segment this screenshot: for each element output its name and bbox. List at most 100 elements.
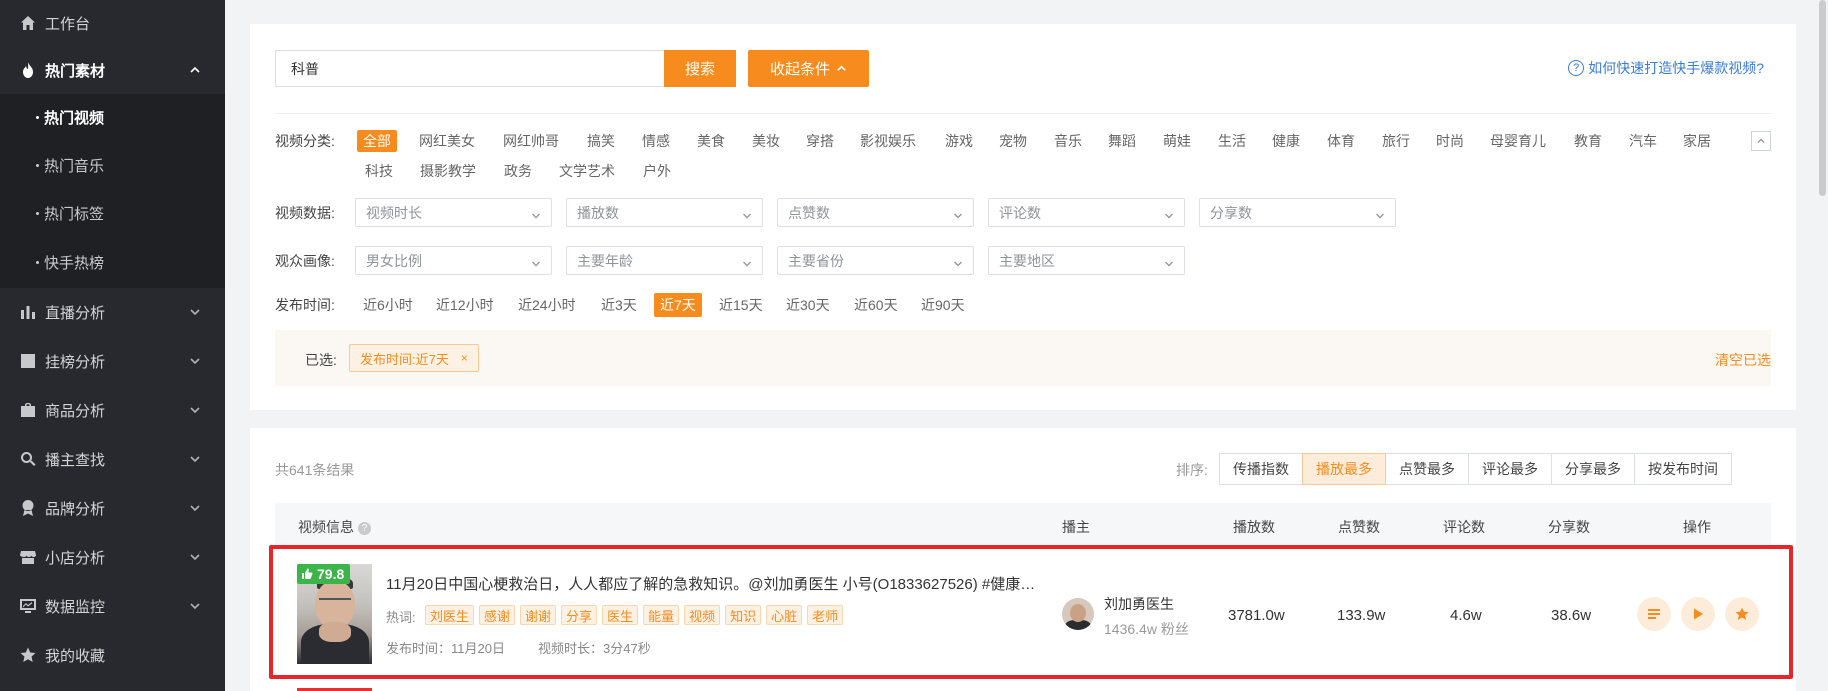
scrollbar-thumb[interactable] bbox=[1819, 0, 1826, 196]
category-option[interactable]: 旅行 bbox=[1382, 131, 1410, 151]
sort-button[interactable]: 按发布时间 bbox=[1634, 453, 1732, 485]
category-option[interactable]: 汽车 bbox=[1629, 131, 1657, 151]
time-option[interactable]: 近7天 bbox=[654, 293, 702, 317]
category-option[interactable]: 家居 bbox=[1683, 131, 1711, 151]
category-option[interactable]: 生活 bbox=[1218, 131, 1246, 151]
duration-select[interactable]: 视频时长 bbox=[355, 198, 552, 227]
sidebar-subitem-label: 快手热榜 bbox=[44, 254, 105, 272]
sidebar-item-hot-materials[interactable]: 热门素材 bbox=[0, 47, 225, 93]
sidebar-subitem-hot-tags[interactable]: 热门标签 bbox=[0, 190, 225, 236]
category-option[interactable]: 文学艺术 bbox=[559, 161, 615, 181]
category-option[interactable]: 户外 bbox=[643, 161, 671, 181]
time-option[interactable]: 近60天 bbox=[854, 295, 898, 315]
sort-button[interactable]: 评论最多 bbox=[1468, 453, 1552, 485]
hot-word-tag[interactable]: 医生 bbox=[602, 605, 639, 625]
time-option[interactable]: 近24小时 bbox=[518, 295, 576, 315]
sort-button[interactable]: 播放最多 bbox=[1302, 453, 1386, 485]
category-option[interactable]: 摄影教学 bbox=[420, 161, 476, 181]
help-link[interactable]: ? 如何快速打造快手爆款视频? bbox=[1568, 58, 1764, 78]
age-select[interactable]: 主要年龄 bbox=[566, 246, 763, 275]
category-option[interactable]: 搞笑 bbox=[587, 131, 615, 151]
time-option[interactable]: 近6小时 bbox=[363, 295, 413, 315]
category-option[interactable]: 舞蹈 bbox=[1108, 131, 1136, 151]
plays-select[interactable]: 播放数 bbox=[566, 198, 763, 227]
sort-button[interactable]: 传播指数 bbox=[1219, 453, 1303, 485]
comments-select[interactable]: 评论数 bbox=[988, 198, 1185, 227]
shares-select[interactable]: 分享数 bbox=[1199, 198, 1396, 227]
shares-value: 38.6w bbox=[1551, 607, 1592, 624]
category-option[interactable]: 时尚 bbox=[1436, 131, 1464, 151]
category-option[interactable]: 穿搭 bbox=[806, 131, 834, 151]
sort-button[interactable]: 分享最多 bbox=[1551, 453, 1635, 485]
sidebar-subitem-hot-videos[interactable]: 热门视频 bbox=[0, 94, 225, 140]
hot-word-tag[interactable]: 老师 bbox=[807, 605, 844, 625]
sidebar-subitem-hot-music[interactable]: 热门音乐 bbox=[0, 142, 225, 188]
clear-selected-link[interactable]: 清空已选 bbox=[1715, 350, 1771, 370]
category-option[interactable]: 教育 bbox=[1574, 131, 1602, 151]
sidebar-item-brand-analysis[interactable]: 品牌分析 bbox=[0, 485, 225, 531]
collapse-filters-button[interactable]: 收起条件 bbox=[748, 50, 869, 87]
category-option[interactable]: 体育 bbox=[1327, 131, 1355, 151]
category-option[interactable]: 全部 bbox=[357, 130, 397, 152]
category-option[interactable]: 网红帅哥 bbox=[503, 131, 559, 151]
sidebar-item-favorites[interactable]: 我的收藏 bbox=[0, 632, 225, 678]
favorite-button[interactable] bbox=[1725, 597, 1759, 631]
category-option[interactable]: 美妆 bbox=[752, 131, 780, 151]
sidebar-item-rank-analysis[interactable]: 挂榜分析 bbox=[0, 338, 225, 384]
category-option[interactable]: 健康 bbox=[1272, 131, 1300, 151]
hot-word-tag[interactable]: 知识 bbox=[725, 605, 762, 625]
sidebar-item-live-analysis[interactable]: 直播分析 bbox=[0, 289, 225, 335]
close-icon[interactable]: × bbox=[461, 351, 468, 365]
likes-select[interactable]: 点赞数 bbox=[777, 198, 974, 227]
category-option[interactable]: 萌娃 bbox=[1163, 131, 1191, 151]
sidebar-item-product-analysis[interactable]: 商品分析 bbox=[0, 387, 225, 433]
hot-word-tag[interactable]: 能量 bbox=[643, 605, 680, 625]
time-option[interactable]: 近15天 bbox=[719, 295, 763, 315]
hot-word-tag[interactable]: 刘医生 bbox=[425, 605, 475, 625]
category-option[interactable]: 宠物 bbox=[999, 131, 1027, 151]
category-option[interactable]: 游戏 bbox=[945, 131, 973, 151]
category-option[interactable]: 母婴育儿 bbox=[1490, 131, 1546, 151]
scrollbar[interactable] bbox=[1816, 0, 1828, 691]
chevron-down-icon bbox=[742, 256, 752, 267]
avatar[interactable] bbox=[1062, 598, 1094, 630]
time-option[interactable]: 近90天 bbox=[921, 295, 965, 315]
category-option[interactable]: 政务 bbox=[504, 161, 532, 181]
time-option[interactable]: 近30天 bbox=[786, 295, 830, 315]
region-select[interactable]: 主要地区 bbox=[988, 246, 1185, 275]
category-option[interactable]: 网红美女 bbox=[419, 131, 475, 151]
sidebar-item-anchor-search[interactable]: 播主查找 bbox=[0, 436, 225, 482]
category-option[interactable]: 影视娱乐 bbox=[860, 131, 916, 151]
sidebar-item-data-monitor[interactable]: 数据监控 bbox=[0, 583, 225, 629]
column-header-likes: 点赞数 bbox=[1338, 519, 1380, 535]
collapse-categories-button[interactable] bbox=[1751, 131, 1771, 151]
hot-word-tag[interactable]: 分享 bbox=[561, 605, 598, 625]
sidebar-item-store-analysis[interactable]: 小店分析 bbox=[0, 534, 225, 580]
sort-button[interactable]: 点赞最多 bbox=[1385, 453, 1469, 485]
sidebar-subitem-kuaishou-hot[interactable]: 快手热榜 bbox=[0, 239, 225, 285]
chevron-up-icon bbox=[189, 63, 201, 75]
hot-word-tag[interactable]: 心脏 bbox=[766, 605, 803, 625]
search-button[interactable]: 搜索 bbox=[664, 50, 736, 87]
monitor-icon bbox=[19, 597, 37, 615]
category-option[interactable]: 音乐 bbox=[1054, 131, 1082, 151]
province-select[interactable]: 主要省份 bbox=[777, 246, 974, 275]
hot-word-tag[interactable]: 谢谢 bbox=[520, 605, 557, 625]
hot-word-tag[interactable]: 视频 bbox=[684, 605, 721, 625]
video-title[interactable]: 11月20日中国心梗救治日，人人都应了解的急救知识。@刘加勇医生 小号(O183… bbox=[386, 573, 1046, 594]
hot-word-tag[interactable]: 感谢 bbox=[479, 605, 516, 625]
category-option[interactable]: 美食 bbox=[697, 131, 725, 151]
detail-button[interactable] bbox=[1637, 597, 1671, 631]
category-option[interactable]: 科技 bbox=[365, 161, 393, 181]
category-option[interactable]: 情感 bbox=[642, 131, 670, 151]
selected-filter-tag[interactable]: 发布时间:近7天 × bbox=[349, 344, 479, 372]
score-badge: 79.8 bbox=[297, 564, 351, 584]
search-input[interactable]: 科普 bbox=[275, 50, 665, 87]
play-button[interactable] bbox=[1681, 597, 1715, 631]
time-option[interactable]: 近12小时 bbox=[436, 295, 494, 315]
gender-ratio-select[interactable]: 男女比例 bbox=[355, 246, 552, 275]
anchor-name[interactable]: 刘加勇医生 bbox=[1104, 594, 1174, 614]
sidebar-item-workbench[interactable]: 工作台 bbox=[0, 0, 225, 46]
time-option[interactable]: 近3天 bbox=[601, 295, 637, 315]
help-icon[interactable]: ? bbox=[358, 522, 371, 535]
